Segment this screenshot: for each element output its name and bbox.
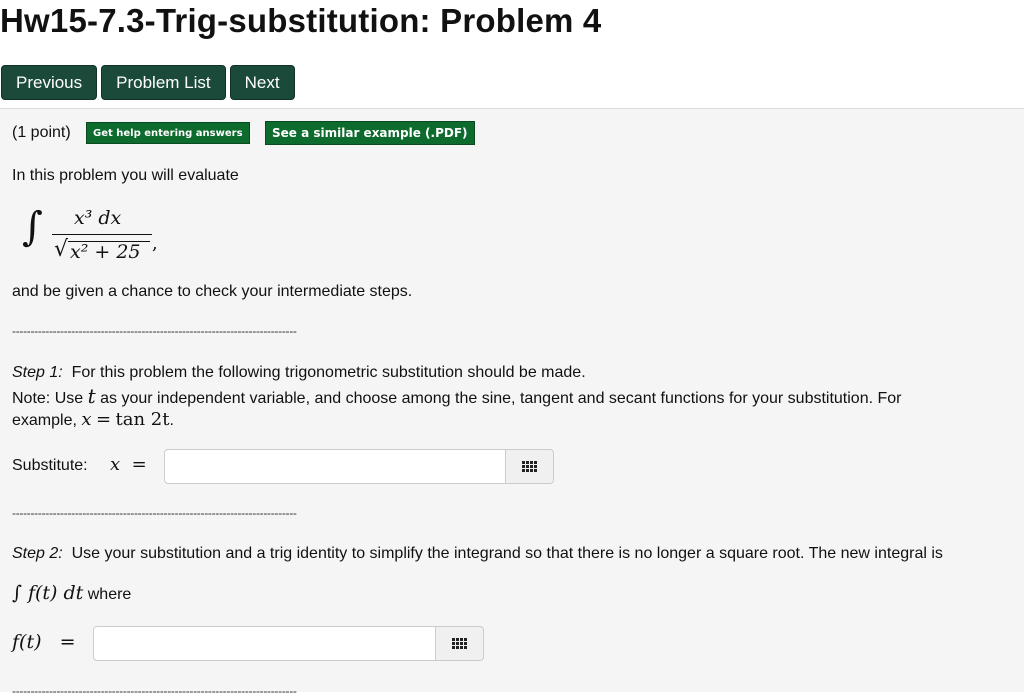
note-prefix: Note: Use xyxy=(12,390,84,407)
f-equals: = xyxy=(59,631,76,653)
example-prefix: example, xyxy=(12,412,77,429)
step1-example: example, x = tan 2t. xyxy=(12,410,174,431)
note-suffix: as your independent variable, and choose… xyxy=(100,390,902,407)
outro-text: and be given a chance to check your inte… xyxy=(12,283,413,300)
substitute-expression: x = xyxy=(110,454,147,475)
step1-label: Step 1: xyxy=(12,364,63,381)
intro-text: In this problem you will evaluate xyxy=(12,167,239,184)
step2-integral-line: ∫ f(t) dt where xyxy=(12,583,131,605)
divider: ----------------------------------------… xyxy=(12,324,297,338)
math-keyboard-button[interactable] xyxy=(436,626,484,661)
similar-example-button[interactable]: See a similar example (.PDF) xyxy=(265,121,475,145)
problem-panel: (1 point) Get help entering answers See … xyxy=(0,108,1024,698)
integral-sign: ∫ xyxy=(22,204,43,250)
problem-list-button[interactable]: Problem List xyxy=(101,65,226,100)
step1-text: For this problem the following trigonome… xyxy=(71,364,586,381)
f-label: f(t) xyxy=(12,631,42,653)
integral-comma: , xyxy=(152,233,158,254)
step2-where: where xyxy=(87,586,132,603)
substitution-input[interactable] xyxy=(164,449,506,484)
substitute-variable: x xyxy=(110,454,121,475)
help-entering-answers-button[interactable]: Get help entering answers xyxy=(86,122,250,144)
step2-text: Use your substitution and a trig identit… xyxy=(71,545,943,562)
sqrt-icon: √ xyxy=(54,237,69,262)
step1-heading: Step 1: For this problem the following t… xyxy=(12,363,586,383)
problem-nav: Previous Problem List Next xyxy=(1,65,295,100)
example-equals: = xyxy=(95,409,112,430)
f-expression: f(t) = xyxy=(12,631,76,653)
f-of-t-input[interactable] xyxy=(93,626,436,661)
step2-heading: Step 2: Use your substitution and a trig… xyxy=(12,544,943,564)
previous-button[interactable]: Previous xyxy=(1,65,98,100)
fraction-bar xyxy=(52,234,152,235)
divider: ----------------------------------------… xyxy=(12,684,297,698)
divider: ----------------------------------------… xyxy=(12,506,297,520)
step1-note: Note: Use t as your independent variable… xyxy=(12,386,902,409)
integral-expression: ∫ x³ dx √ x² + 25 , xyxy=(22,201,162,271)
step2-label: Step 2: xyxy=(12,545,63,562)
integral-numerator: x³ dx xyxy=(74,207,122,229)
example-lhs: x xyxy=(81,409,92,430)
keyboard-icon xyxy=(522,461,537,472)
note-variable: t xyxy=(87,384,96,408)
math-keyboard-button[interactable] xyxy=(506,449,554,484)
next-button[interactable]: Next xyxy=(229,65,295,100)
points-label: (1 point) xyxy=(12,124,71,141)
integral-denominator: x² + 25 xyxy=(70,241,141,263)
example-period: . xyxy=(169,412,174,429)
substitute-equals: = xyxy=(131,454,147,475)
substitute-label: Substitute: xyxy=(12,457,88,474)
example-rhs: tan 2t xyxy=(115,409,170,430)
page-title: Hw15-7.3-Trig-substitution: Problem 4 xyxy=(0,2,602,39)
keyboard-icon xyxy=(452,638,467,649)
step2-integral: ∫ f(t) dt xyxy=(12,582,84,604)
